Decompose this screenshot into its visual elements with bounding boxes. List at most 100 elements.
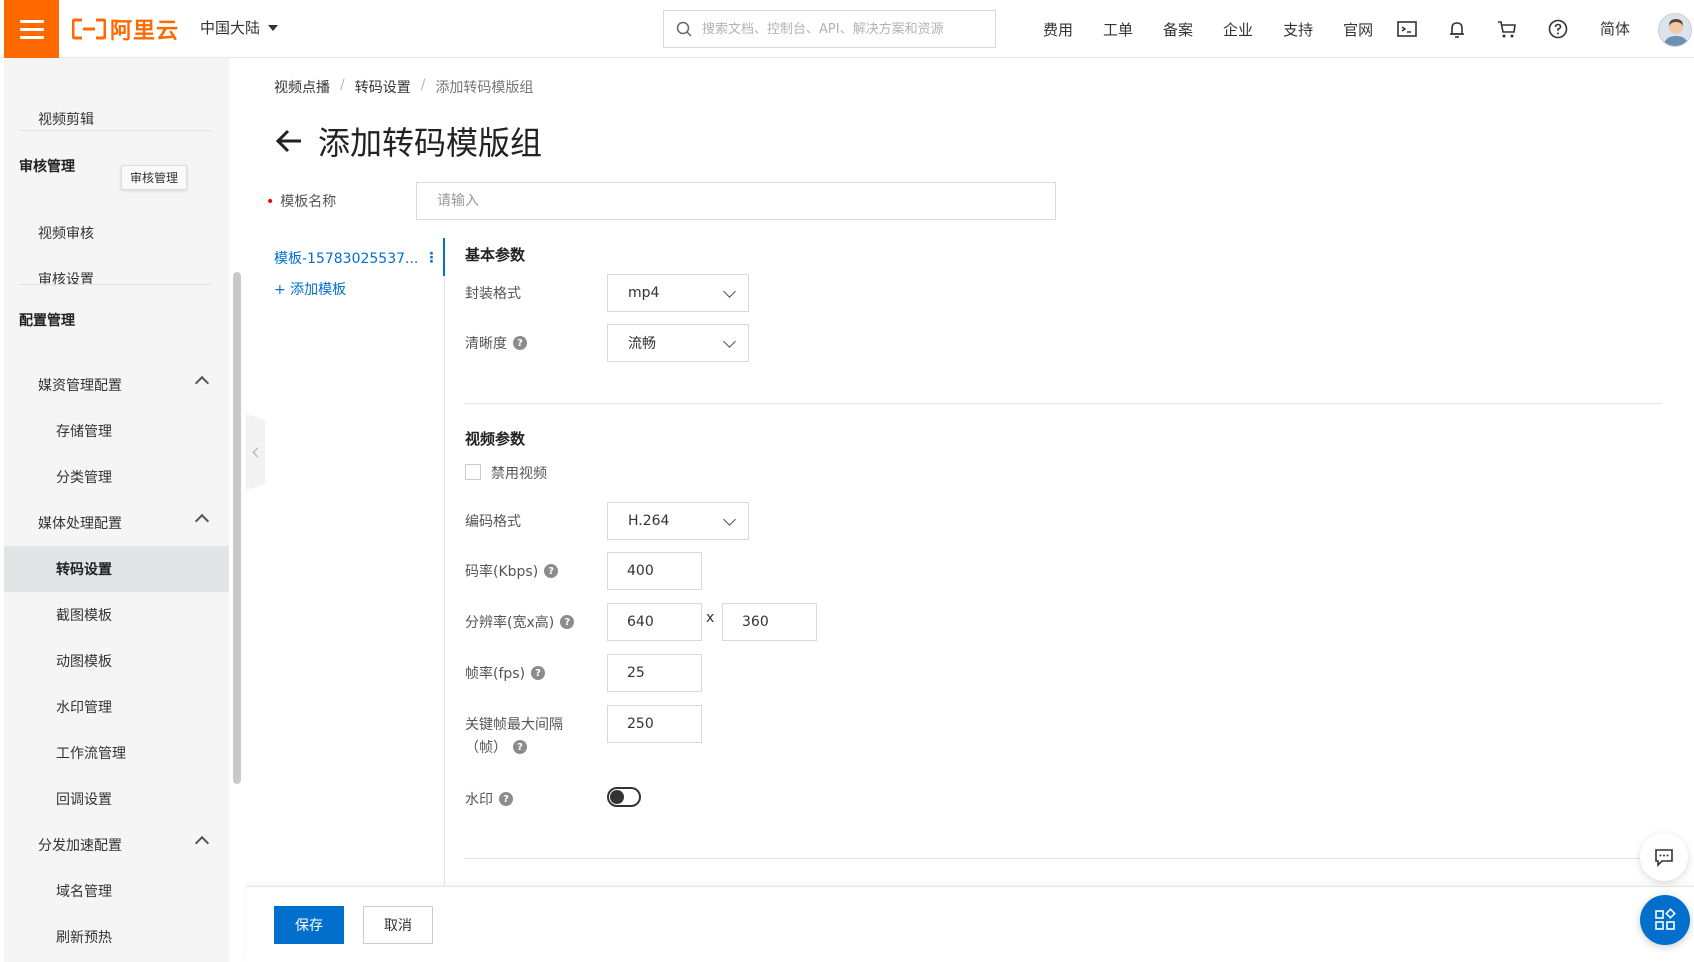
language-switch[interactable]: 简体 — [1600, 18, 1630, 39]
sidebar-item-label: 审核设置 — [38, 272, 94, 288]
sidebar-item-storage[interactable]: 存储管理 — [4, 408, 229, 454]
more-vertical-icon[interactable]: ⋮ — [424, 250, 438, 266]
disable-video-checkbox[interactable] — [465, 464, 481, 480]
disable-video-label[interactable]: 禁用视频 — [491, 463, 547, 483]
nav-support[interactable]: 支持 — [1283, 19, 1313, 40]
sidebar-item-animated-template[interactable]: 动图模板 — [4, 638, 229, 684]
nav-enterprise[interactable]: 企业 — [1223, 19, 1253, 40]
breadcrumb-vod[interactable]: 视频点播 — [274, 77, 330, 97]
codec-select[interactable]: H.264 — [607, 502, 749, 540]
cancel-button[interactable]: 取消 — [363, 906, 433, 944]
template-name-input[interactable] — [416, 182, 1056, 220]
aliyun-logo[interactable]: 阿里云 — [72, 14, 179, 44]
bell-icon[interactable] — [1446, 18, 1468, 40]
field-label-text: 模板名称 — [280, 194, 337, 210]
resolution-times: x — [706, 610, 715, 626]
help-icon[interactable]: ? — [499, 792, 513, 806]
back-arrow-icon[interactable] — [274, 126, 304, 156]
section-divider — [464, 403, 1662, 404]
chat-icon — [1655, 849, 1673, 867]
save-button[interactable]: 保存 — [274, 906, 344, 944]
chevron-up-icon — [194, 835, 210, 851]
sidebar-divider — [19, 130, 211, 131]
apps-grid-icon — [1655, 908, 1676, 930]
nav-billing[interactable]: 费用 — [1043, 19, 1073, 40]
sidebar-group-config: 配置管理 — [19, 313, 75, 329]
resolution-height-input[interactable] — [722, 603, 817, 641]
sidebar-item-label: 动图模板 — [56, 654, 112, 670]
search-input[interactable] — [702, 21, 972, 37]
user-avatar[interactable] — [1658, 13, 1692, 47]
breadcrumb-transcode-settings[interactable]: 转码设置 — [355, 77, 411, 97]
help-icon[interactable]: ? — [531, 666, 546, 680]
help-icon[interactable]: ? — [513, 336, 527, 350]
sidebar-item-refresh-preload[interactable]: 刷新预热 — [4, 914, 229, 960]
sidebar-item-label: 存储管理 — [56, 424, 112, 440]
search-icon — [676, 21, 692, 37]
logo-text: 阿里云 — [110, 19, 180, 44]
sidebar-scrollbar[interactable] — [233, 272, 241, 784]
watermark-toggle[interactable] — [607, 787, 641, 807]
sidebar-collapse-handle[interactable] — [246, 414, 265, 490]
sidebar-item-media-processing-config[interactable]: 媒体处理配置 — [4, 500, 229, 546]
apps-button[interactable] — [1640, 895, 1690, 945]
sidebar-item-cdn-config[interactable]: 分发加速配置 — [4, 822, 229, 868]
toggle-knob — [610, 790, 624, 804]
field-label-text: 清晰度 — [465, 336, 507, 352]
quality-label: 清晰度? — [465, 333, 527, 353]
field-label-text: 水印 — [465, 792, 493, 808]
terminal-icon[interactable] — [1396, 18, 1418, 40]
region-selector[interactable]: 中国大陆 — [200, 17, 279, 38]
gop-label: 关键帧最大间隔 — [465, 714, 563, 734]
global-search[interactable] — [663, 10, 996, 48]
help-icon[interactable] — [1547, 18, 1569, 40]
quality-select[interactable]: 流畅 — [607, 324, 749, 362]
field-label-text: （帧） — [465, 740, 507, 756]
sidebar-divider — [19, 284, 211, 285]
sidebar-item-transcode-settings[interactable]: 转码设置 — [4, 546, 229, 592]
help-icon[interactable]: ? — [513, 740, 527, 754]
sidebar-item-review-settings[interactable]: 审核设置 — [4, 256, 229, 302]
template-list-item[interactable]: 模板-15783025537... ⋮ — [274, 248, 438, 268]
sidebar-item-label: 视频审核 — [38, 226, 94, 242]
sidebar-item-workflow[interactable]: 工作流管理 — [4, 730, 229, 776]
help-icon[interactable]: ? — [560, 615, 575, 629]
sidebar-item-domain[interactable]: 域名管理 — [4, 868, 229, 914]
top-nav: 费用 工单 备案 企业 支持 官网 — [1043, 0, 1403, 58]
aliyun-logo-icon — [72, 18, 106, 40]
chevron-left-icon — [252, 447, 263, 457]
sidebar-item-callback[interactable]: 回调设置 — [4, 776, 229, 822]
sidebar-item-category[interactable]: 分类管理 — [4, 454, 229, 500]
help-icon[interactable]: ? — [544, 564, 559, 578]
sidebar-item-watermark[interactable]: 水印管理 — [4, 684, 229, 730]
sidebar-item-snapshot-template[interactable]: 截图模板 — [4, 592, 229, 638]
gop-input[interactable] — [607, 705, 702, 743]
bitrate-input[interactable] — [607, 552, 702, 590]
sidebar-item-video-editing[interactable]: 视频剪辑 — [4, 96, 229, 142]
select-value: H.264 — [628, 513, 670, 529]
chat-button[interactable] — [1640, 833, 1688, 881]
template-name-label: • 模板名称 — [266, 191, 336, 211]
nav-official-site[interactable]: 官网 — [1343, 19, 1373, 40]
fps-input[interactable] — [607, 654, 702, 692]
field-label-text: 分辨率(宽x高) — [465, 615, 555, 631]
resolution-width-input[interactable] — [607, 603, 702, 641]
nav-tickets[interactable]: 工单 — [1103, 19, 1133, 40]
cart-icon[interactable] — [1496, 18, 1518, 40]
chevron-down-icon — [723, 285, 736, 298]
breadcrumb: 视频点播 / 转码设置 / 添加转码模版组 — [274, 77, 533, 97]
sidebar-item-media-asset-config[interactable]: 媒资管理配置 — [4, 362, 229, 408]
caret-down-icon — [268, 24, 279, 31]
breadcrumb-separator: / — [420, 77, 426, 93]
add-template-link[interactable]: + 添加模板 — [274, 279, 346, 299]
sidebar-item-video-review[interactable]: 视频审核 — [4, 210, 229, 256]
select-value: mp4 — [628, 285, 660, 301]
field-label-text: 关键帧最大间隔 — [465, 717, 563, 733]
breadcrumb-separator: / — [340, 77, 345, 93]
template-list-divider — [444, 238, 445, 886]
watermark-label: 水印? — [465, 789, 513, 809]
hamburger-menu-button[interactable] — [4, 0, 59, 58]
tooltip: 审核管理 — [121, 165, 188, 190]
container-format-select[interactable]: mp4 — [607, 274, 749, 312]
nav-icp-filing[interactable]: 备案 — [1163, 19, 1193, 40]
